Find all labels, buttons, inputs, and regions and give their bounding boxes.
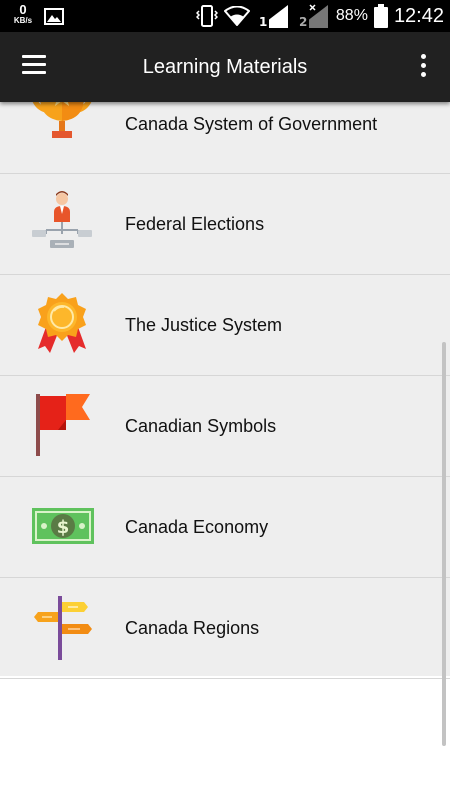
red-flag-icon [36,394,90,456]
list-item-label: Canadian Symbols [125,416,277,436]
more-vertical-icon[interactable] [418,54,428,80]
app-bar: Learning Materials [0,32,450,102]
scrollbar[interactable] [442,342,446,746]
list-item-label: Canada System of Government [125,114,378,134]
dollar-bill-icon: $ [32,508,94,544]
signal-sim1-icon: 1 [256,5,288,29]
list-item-justice-system[interactable]: The Justice System [0,275,450,376]
battery-icon [373,4,388,28]
learning-materials-list: Canada System of Government Federal Elec… [0,74,450,746]
battery-percent: 88% [335,7,368,24]
vibrate-icon [195,5,218,27]
network-speed-value: 0 [19,2,27,17]
candidate-network-icon [32,191,92,248]
wifi-icon [223,6,250,26]
list-item-label: Federal Elections [125,214,265,234]
network-speed-unit: KB/s [13,16,33,25]
svg-text:1: 1 [259,15,267,29]
image-icon [44,8,64,25]
signal-sim2-icon: 2 [296,4,328,29]
list-item-label: Canada Regions [125,618,260,638]
svg-text:2: 2 [299,15,307,29]
list-item-canada-regions[interactable]: Canada Regions [0,578,450,679]
page-title: Learning Materials [142,56,308,78]
list-item-canadian-symbols[interactable]: Canadian Symbols [0,376,450,477]
award-badge-icon [38,293,86,353]
status-bar: 0 KB/s 1 2 88% 12:42 [0,0,450,32]
svg-text:$: $ [57,517,70,538]
list-item-label: Canada Economy [125,517,269,537]
list-item-label: The Justice System [125,315,283,335]
network-speed: 0 KB/s [8,2,38,26]
clock: 12:42 [393,4,444,27]
list-item-federal-elections[interactable]: Federal Elections [0,174,450,275]
signpost-icon [34,596,92,660]
list-item-canada-economy[interactable]: $ Canada Economy [0,477,450,578]
